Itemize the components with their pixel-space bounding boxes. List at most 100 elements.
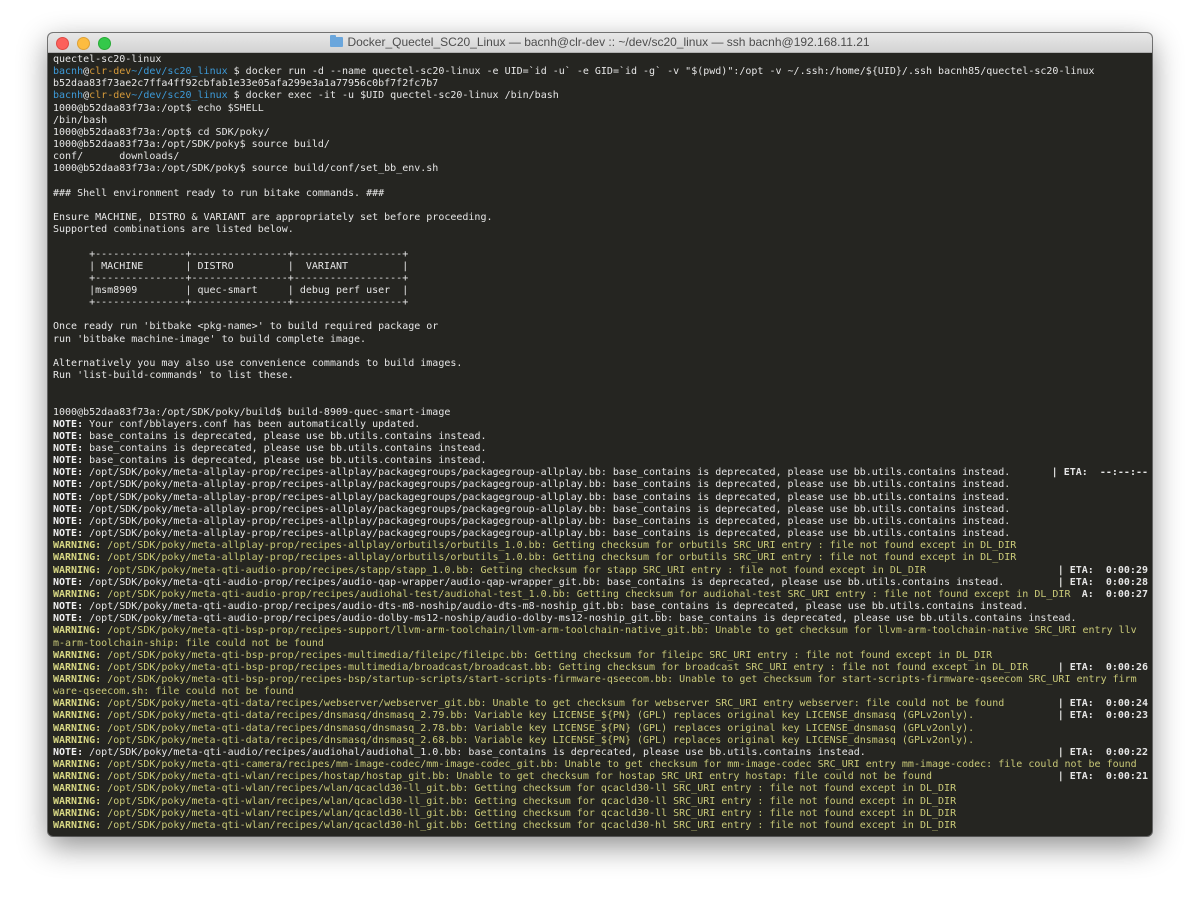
- output-line: +---------------+----------------+------…: [53, 273, 1148, 285]
- note-line: NOTE: /opt/SDK/poky/meta-allplay-prop/re…: [53, 528, 1148, 540]
- note-line: NOTE: base_contains is deprecated, pleas…: [53, 431, 1148, 443]
- note-label: NOTE:: [53, 430, 84, 442]
- warning-label: WARNING:: [53, 710, 102, 722]
- eta-indicator: | ETA: 0:00:26: [1057, 661, 1148, 673]
- warning-line: WARNING: /opt/SDK/poky/meta-qti-bsp-prop…: [53, 625, 1148, 637]
- message-text: /opt/SDK/poky/meta-allplay-prop/recipes-…: [101, 540, 1017, 552]
- note-label: NOTE:: [53, 418, 84, 430]
- note-label: NOTE:: [53, 479, 84, 491]
- warning-line: WARNING: /opt/SDK/poky/meta-qti-data/rec…: [53, 710, 1148, 722]
- note-line: NOTE: base_contains is deprecated, pleas…: [53, 455, 1148, 467]
- line-text: Alternatively you may also use convenien…: [53, 357, 463, 369]
- warning-line: WARNING: /opt/SDK/poky/meta-allplay-prop…: [53, 540, 1148, 552]
- message-text: /opt/SDK/poky/meta-qti-audio/recipes/aud…: [83, 746, 866, 758]
- prompt-host: clr-dev: [89, 90, 132, 102]
- message-text: /opt/SDK/poky/meta-qti-data/recipes/webs…: [101, 698, 1005, 710]
- line-text: Once ready run 'bitbake <pkg-name>' to b…: [53, 321, 439, 333]
- warning-label: WARNING:: [53, 625, 102, 637]
- line-text: |msm8909 | quec-smart | debug perf user …: [53, 284, 409, 296]
- warning-label: WARNING:: [53, 771, 102, 783]
- terminal-window: Docker_Quectel_SC20_Linux — bacnh@clr-de…: [48, 33, 1152, 836]
- message-text: /opt/SDK/poky/meta-allplay-prop/recipes-…: [83, 479, 1011, 491]
- warning-label: WARNING:: [53, 540, 102, 552]
- message-text: /opt/SDK/poky/meta-qti-bsp-prop/recipes-…: [101, 673, 1137, 685]
- eta-indicator: A: 0:00:27: [1081, 588, 1148, 600]
- line-text: +---------------+----------------+------…: [53, 248, 409, 260]
- warning-label: WARNING:: [53, 564, 102, 576]
- message-text: /opt/SDK/poky/meta-qti-data/recipes/dnsm…: [101, 734, 975, 746]
- eta-indicator: | ETA: 0:00:29: [1057, 564, 1148, 576]
- output-line: 1000@b52daa83f73a:/opt/SDK/poky$ source …: [53, 139, 1148, 151]
- warning-continuation-line: m-arm-toolchain-ship: file could not be …: [53, 638, 1148, 650]
- note-line: NOTE: /opt/SDK/poky/meta-qti-audio-prop/…: [53, 577, 1148, 589]
- output-line: 1000@b52daa83f73a:/opt/SDK/poky/build$ b…: [53, 407, 1148, 419]
- output-line: +---------------+----------------+------…: [53, 249, 1148, 261]
- eta-indicator: | ETA: 0:00:24: [1057, 698, 1148, 710]
- warning-line: WARNING: /opt/SDK/poky/meta-qti-wlan/rec…: [53, 796, 1148, 808]
- message-text: m-arm-toolchain-ship: file could not be …: [53, 637, 324, 649]
- output-line: | MACHINE | DISTRO | VARIANT |: [53, 261, 1148, 273]
- warning-label: WARNING:: [53, 795, 102, 807]
- note-label: NOTE:: [53, 491, 84, 503]
- warning-line: WARNING: /opt/SDK/poky/meta-qti-wlan/rec…: [53, 783, 1148, 795]
- line-text: 1000@b52daa83f73a:/opt$ cd SDK/poky/: [53, 126, 270, 138]
- output-line: Once ready run 'bitbake <pkg-name>' to b…: [53, 321, 1148, 333]
- warning-label: WARNING:: [53, 661, 102, 673]
- line-text: b52daa83f73ae2c7ffa4ff92cbfab1e33e05afa2…: [53, 78, 439, 90]
- message-text: /opt/SDK/poky/meta-qti-bsp-prop/recipes-…: [101, 649, 993, 661]
- warning-label: WARNING:: [53, 734, 102, 746]
- warning-label: WARNING:: [53, 722, 102, 734]
- prompt-path: ~/dev/sc20_linux: [131, 66, 228, 78]
- warning-label: WARNING:: [53, 819, 102, 831]
- message-text: /opt/SDK/poky/meta-qti-bsp-prop/recipes-…: [101, 661, 1029, 673]
- warning-continuation-line: ware-qseecom.sh: file could not be found: [53, 686, 1148, 698]
- line-text: ### Shell environment ready to run bitak…: [53, 187, 385, 199]
- warning-line: WARNING: /opt/SDK/poky/meta-qti-wlan/rec…: [53, 771, 1148, 783]
- output-line: Alternatively you may also use convenien…: [53, 358, 1148, 370]
- message-text: /opt/SDK/poky/meta-qti-audio-prop/recipe…: [101, 588, 1071, 600]
- message-text: /opt/SDK/poky/meta-qti-wlan/recipes/wlan…: [101, 795, 957, 807]
- output-line: 1000@b52daa83f73a:/opt$ cd SDK/poky/: [53, 127, 1148, 139]
- note-line: NOTE: /opt/SDK/poky/meta-allplay-prop/re…: [53, 467, 1148, 479]
- line-text: +---------------+----------------+------…: [53, 297, 409, 309]
- note-label: NOTE:: [53, 515, 84, 527]
- output-line: quectel-sc20-linux: [53, 54, 1148, 66]
- title-bar[interactable]: Docker_Quectel_SC20_Linux — bacnh@clr-de…: [48, 33, 1152, 53]
- message-text: /opt/SDK/poky/meta-allplay-prop/recipes-…: [83, 491, 1011, 503]
- warning-line: WARNING: /opt/SDK/poky/meta-allplay-prop…: [53, 552, 1148, 564]
- output-line: b52daa83f73ae2c7ffa4ff92cbfab1e33e05afa2…: [53, 78, 1148, 90]
- line-text: /bin/bash: [53, 114, 108, 126]
- note-line: NOTE: /opt/SDK/poky/meta-allplay-prop/re…: [53, 516, 1148, 528]
- output-line: conf/ downloads/: [53, 151, 1148, 163]
- prompt-command: $ docker run -d --name quectel-sc20-linu…: [227, 66, 1095, 78]
- line-text: quectel-sc20-linux: [53, 54, 162, 65]
- line-text: +---------------+----------------+------…: [53, 272, 409, 284]
- message-text: /opt/SDK/poky/meta-allplay-prop/recipes-…: [83, 515, 1011, 527]
- line-text: Run 'list-build-commands' to list these.: [53, 370, 294, 382]
- prompt-line: bacnh@clr-dev~/dev/sc20_linux $ docker r…: [53, 66, 1148, 78]
- message-text: /opt/SDK/poky/meta-allplay-prop/recipes-…: [83, 467, 1011, 479]
- prompt-user: bacnh: [53, 66, 84, 78]
- terminal-output[interactable]: quectel-sc20-linux bacnh@clr-dev~/dev/sc2…: [53, 54, 1148, 832]
- warning-label: WARNING:: [53, 673, 102, 685]
- message-text: /opt/SDK/poky/meta-qti-wlan/recipes/wlan…: [101, 819, 957, 831]
- warning-line: WARNING: /opt/SDK/poky/meta-qti-camera/r…: [53, 759, 1148, 771]
- warning-line: WARNING: /opt/SDK/poky/meta-qti-data/rec…: [53, 698, 1148, 710]
- eta-indicator: | ETA: --:--:--: [1051, 467, 1148, 479]
- line-text: Ensure MACHINE, DISTRO & VARIANT are app…: [53, 212, 493, 224]
- message-text: /opt/SDK/poky/meta-qti-camera/recipes/mm…: [101, 759, 1137, 771]
- warning-line: WARNING: /opt/SDK/poky/meta-qti-wlan/rec…: [53, 808, 1148, 820]
- note-line: NOTE: base_contains is deprecated, pleas…: [53, 443, 1148, 455]
- message-text: /opt/SDK/poky/meta-allplay-prop/recipes-…: [101, 552, 1017, 564]
- message-text: /opt/SDK/poky/meta-allplay-prop/recipes-…: [83, 503, 1011, 515]
- note-line: NOTE: /opt/SDK/poky/meta-qti-audio-prop/…: [53, 613, 1148, 625]
- line-text: conf/ downloads/: [53, 151, 180, 163]
- note-label: NOTE:: [53, 443, 84, 454]
- message-text: /opt/SDK/poky/meta-qti-wlan/recipes/host…: [101, 771, 933, 783]
- prompt-host: clr-dev: [89, 66, 132, 78]
- message-text: /opt/SDK/poky/meta-qti-audio-prop/recipe…: [83, 613, 1077, 625]
